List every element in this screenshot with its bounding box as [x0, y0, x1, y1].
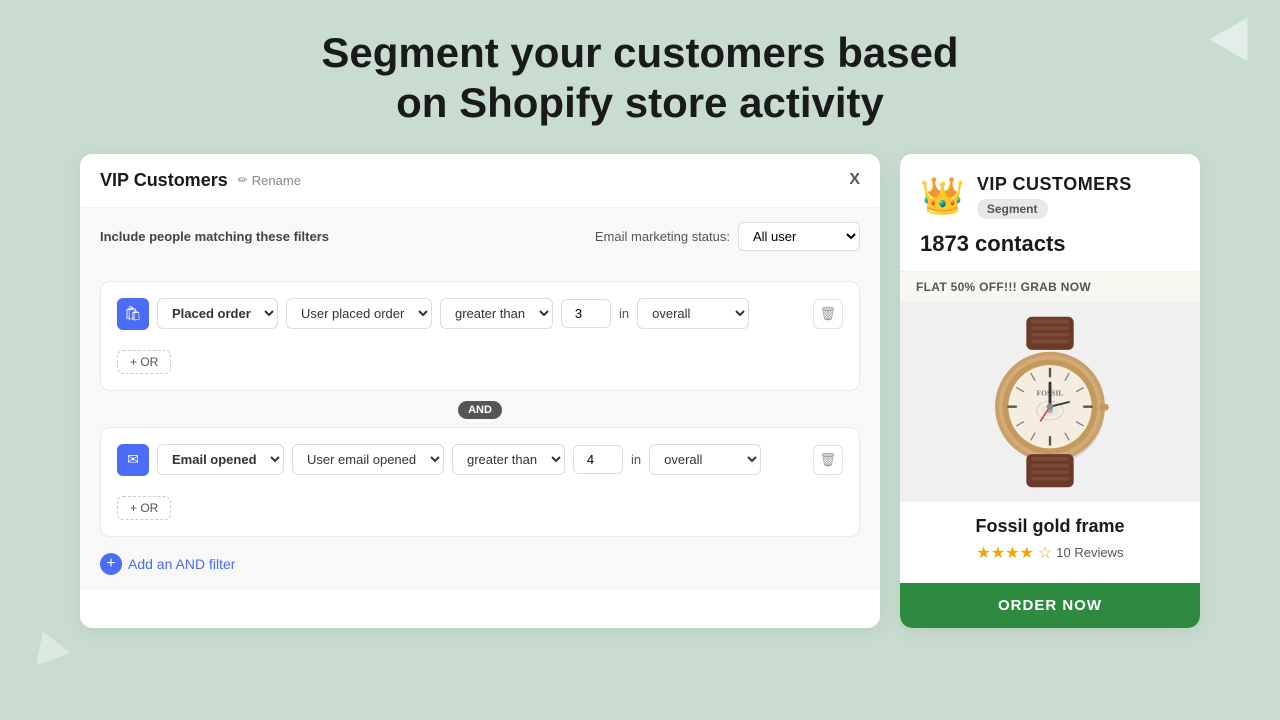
- add-and-filter-button[interactable]: + Add an AND filter: [100, 553, 235, 575]
- email-status-row: Email marketing status: All user Subscri…: [595, 222, 860, 251]
- plus-circle-icon: +: [100, 553, 122, 575]
- vip-header: 👑 VIP CUSTOMERS Segment 1873 contacts: [900, 154, 1200, 272]
- filter2-condition-select[interactable]: User email opened: [292, 444, 444, 475]
- and-connector: AND: [100, 401, 860, 419]
- filter2-or-button[interactable]: + OR: [117, 496, 171, 520]
- filter1-or-button[interactable]: + OR: [117, 350, 171, 374]
- product-rating: ★★★★ ☆ 10 Reviews: [916, 543, 1184, 563]
- filter1-in-label: in: [619, 306, 629, 321]
- filter2-in-label: in: [631, 452, 641, 467]
- product-card: FLAT 50% OFF!!! GRAB NOW: [900, 272, 1200, 628]
- filter1-number-input[interactable]: [561, 299, 611, 328]
- pencil-icon: ✏: [238, 173, 248, 187]
- product-image-area: FOSSIL: [900, 302, 1200, 502]
- filter-row-1: 🛍 Placed order User placed order greater…: [117, 298, 843, 330]
- promo-banner: FLAT 50% OFF!!! GRAB NOW: [900, 272, 1200, 302]
- deco-triangle2: [26, 625, 70, 666]
- email-status-select[interactable]: All user Subscribed Unsubscribed: [738, 222, 860, 251]
- vip-name-block: VIP CUSTOMERS Segment: [977, 174, 1132, 219]
- trash-icon: 🗑: [820, 306, 837, 322]
- builder-subheader: Include people matching these filters Em…: [80, 208, 880, 265]
- rename-button[interactable]: ✏ Rename: [238, 173, 301, 188]
- product-info: Fossil gold frame ★★★★ ☆ 10 Reviews: [900, 502, 1200, 573]
- filter1-main-select[interactable]: Placed order: [157, 298, 278, 329]
- filter1-period-select[interactable]: overall last 30 days last 90 days: [637, 298, 749, 329]
- filter2-main-select[interactable]: Email opened: [157, 444, 284, 475]
- filter2-operator-select[interactable]: greater than less than equal to: [452, 444, 565, 475]
- builder-header: VIP Customers ✏ Rename X: [80, 154, 880, 208]
- product-name: Fossil gold frame: [916, 516, 1184, 537]
- crown-icon: 👑: [920, 175, 965, 217]
- vip-contacts: 1873 contacts: [920, 231, 1180, 257]
- segment-badge: Segment: [977, 199, 1048, 219]
- watch-image: FOSSIL: [970, 312, 1130, 492]
- email-icon: ✉: [117, 444, 149, 476]
- and-badge: AND: [458, 401, 502, 419]
- shopping-bag-icon: 🛍: [117, 298, 149, 330]
- page-header: Segment your customers based on Shopify …: [0, 0, 1280, 149]
- filter-row-2: ✉ Email opened User email opened greater…: [117, 444, 843, 476]
- segment-builder: VIP Customers ✏ Rename X Include people …: [80, 154, 880, 628]
- review-count: 10 Reviews: [1056, 545, 1123, 560]
- stars-full: ★★★★: [977, 543, 1034, 563]
- vip-title-row: 👑 VIP CUSTOMERS Segment: [920, 174, 1180, 219]
- filter-instructions: Include people matching these filters: [100, 229, 329, 244]
- close-button[interactable]: X: [849, 171, 860, 189]
- page-title: Segment your customers based on Shopify …: [20, 28, 1260, 129]
- filter2-period-select[interactable]: overall last 30 days last 90 days: [649, 444, 761, 475]
- builder-body: 🛍 Placed order User placed order greater…: [80, 265, 880, 591]
- filter1-operator-select[interactable]: greater than less than equal to: [440, 298, 553, 329]
- content-area: VIP Customers ✏ Rename X Include people …: [0, 154, 1280, 628]
- filter2-number-input[interactable]: [573, 445, 623, 474]
- builder-title: VIP Customers: [100, 170, 228, 191]
- filter2-delete-button[interactable]: 🗑: [813, 445, 843, 475]
- builder-title-row: VIP Customers ✏ Rename: [100, 170, 301, 191]
- filter1-condition-select[interactable]: User placed order: [286, 298, 432, 329]
- vip-name: VIP CUSTOMERS: [977, 174, 1132, 195]
- email-status-label: Email marketing status:: [595, 229, 730, 244]
- filter-block-2: ✉ Email opened User email opened greater…: [100, 427, 860, 537]
- filter-block-1: 🛍 Placed order User placed order greater…: [100, 281, 860, 391]
- trash-icon-2: 🗑: [820, 452, 837, 468]
- filter1-delete-button[interactable]: 🗑: [813, 299, 843, 329]
- order-now-button[interactable]: ORDER NOW: [900, 583, 1200, 628]
- vip-panel: 👑 VIP CUSTOMERS Segment 1873 contacts FL…: [900, 154, 1200, 628]
- star-half: ☆: [1038, 543, 1052, 563]
